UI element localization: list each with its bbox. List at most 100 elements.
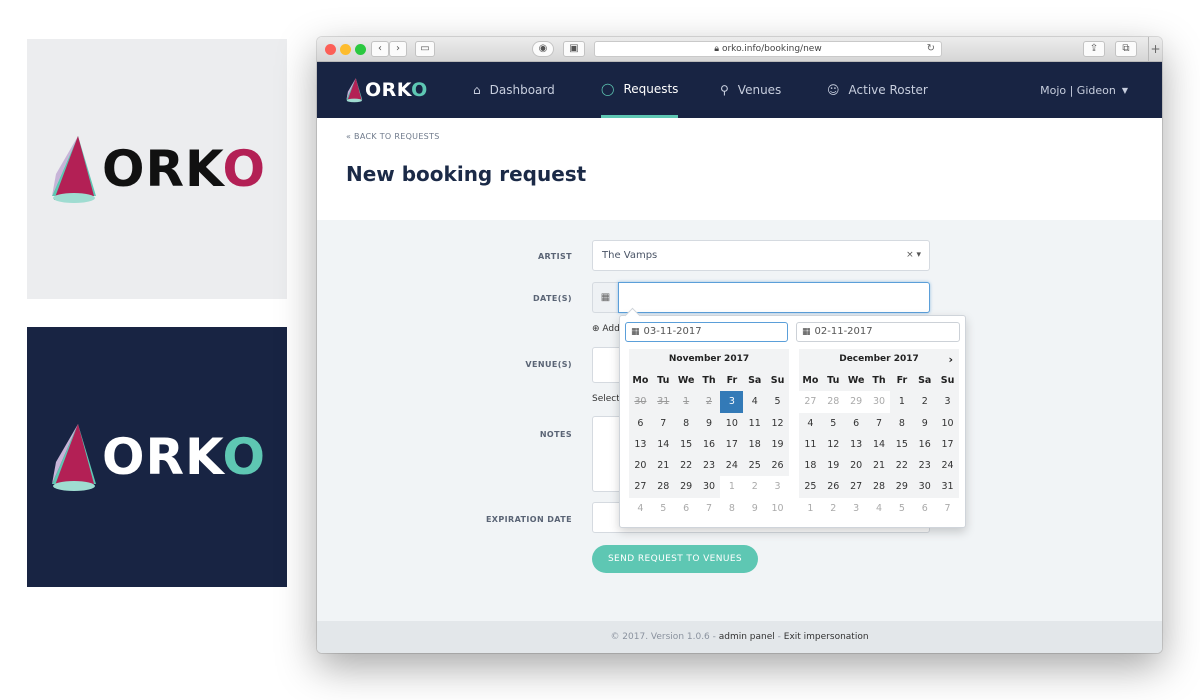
calendar-day[interactable]: 25 — [799, 476, 822, 498]
add-date-link[interactable]: ⊕ Add — [592, 324, 620, 334]
calendar-day[interactable]: 5 — [651, 497, 675, 520]
calendar-day[interactable]: 1 — [720, 476, 744, 498]
back-to-requests-link[interactable]: « BACK TO REQUESTS — [346, 132, 440, 141]
calendar-day[interactable]: 17 — [936, 433, 959, 456]
calendar-day[interactable]: 23 — [913, 455, 937, 477]
calendar-day[interactable]: 1 — [890, 391, 914, 413]
calendar-day[interactable]: 27 — [844, 476, 868, 498]
calendar-day[interactable]: 11 — [743, 412, 767, 434]
calendar-day[interactable]: 10 — [936, 412, 959, 434]
calendar-day[interactable]: 6 — [913, 497, 937, 520]
calendar-day[interactable]: 8 — [720, 497, 744, 520]
sidebar-toggle-button[interactable]: ▭ — [415, 41, 435, 57]
calendar-day[interactable]: 9 — [743, 497, 767, 520]
calendar-day[interactable]: 8 — [890, 412, 914, 434]
calendar-day[interactable]: 9 — [697, 412, 721, 434]
address-bar[interactable]: 🔒︎ orko.info/booking/new ↻ — [594, 41, 942, 57]
nav-logo[interactable]: ORKO — [345, 77, 428, 103]
calendar-day[interactable]: 12 — [766, 412, 789, 434]
calendar-day[interactable]: 14 — [651, 433, 675, 456]
calendar-day[interactable]: 21 — [651, 455, 675, 477]
calendar-day[interactable]: 25 — [743, 455, 767, 477]
calendar-day[interactable]: 23 — [697, 455, 721, 477]
calendar-day[interactable]: 14 — [867, 433, 891, 456]
calendar-day[interactable]: 16 — [913, 433, 937, 456]
calendar-day[interactable]: 4 — [799, 412, 822, 434]
calendar-day[interactable]: 26 — [766, 455, 789, 477]
calendar-day[interactable]: 8 — [674, 412, 698, 434]
calendar-day[interactable]: 16 — [697, 433, 721, 456]
calendar-day[interactable]: 11 — [799, 433, 822, 456]
calendar-icon[interactable]: ▦ — [592, 282, 618, 313]
calendar-day[interactable]: 20 — [629, 455, 652, 477]
dates-input[interactable] — [618, 282, 930, 313]
calendar-day[interactable]: 7 — [651, 412, 675, 434]
artist-clear-icon[interactable]: × ▾ — [906, 241, 921, 270]
maximize-window-button[interactable] — [355, 44, 366, 55]
close-window-button[interactable] — [325, 44, 336, 55]
reload-icon[interactable]: ↻ — [927, 42, 935, 56]
calendar-day[interactable]: 24 — [720, 455, 744, 477]
calendar-day[interactable]: 18 — [799, 455, 822, 477]
calendar-day[interactable]: 30 — [697, 476, 721, 498]
calendar-day[interactable]: 15 — [890, 433, 914, 456]
calendar-day[interactable]: 28 — [821, 391, 845, 413]
calendar-day[interactable]: 28 — [867, 476, 891, 498]
calendar-day[interactable]: 5 — [890, 497, 914, 520]
nav-dashboard[interactable]: ⌂ Dashboard — [473, 62, 555, 118]
calendar-day[interactable]: 10 — [766, 497, 789, 520]
nav-active-roster[interactable]: ☺ Active Roster — [827, 62, 928, 118]
calendar-day[interactable]: 7 — [697, 497, 721, 520]
calendar-day[interactable]: 4 — [867, 497, 891, 520]
calendar-day[interactable]: 3 — [936, 391, 959, 413]
calendar-day[interactable]: 2 — [913, 391, 937, 413]
next-month-icon[interactable]: › — [948, 349, 953, 370]
calendar-day[interactable]: 27 — [629, 476, 652, 498]
calendar-day[interactable]: 5 — [821, 412, 845, 434]
exit-impersonation-link[interactable]: Exit impersonation — [784, 632, 869, 642]
calendar-day[interactable]: 6 — [629, 412, 652, 434]
calendar-day[interactable]: 13 — [844, 433, 868, 456]
calendar-day[interactable]: 3 — [844, 497, 868, 520]
artist-select[interactable]: The Vamps × ▾ — [592, 240, 930, 271]
calendar-day[interactable]: 15 — [674, 433, 698, 456]
calendar-day[interactable]: 31 — [936, 476, 959, 498]
nav-venues[interactable]: ⚲ Venues — [720, 62, 781, 118]
admin-panel-link[interactable]: admin panel — [719, 632, 775, 642]
calendar-day[interactable]: 22 — [890, 455, 914, 477]
tabs-button[interactable]: ⧉ — [1115, 41, 1137, 57]
calendar-day[interactable]: 30 — [867, 391, 891, 413]
calendar-day[interactable]: 18 — [743, 433, 767, 456]
send-request-button[interactable]: SEND REQUEST TO VENUES — [592, 545, 758, 573]
calendar-day[interactable]: 6 — [674, 497, 698, 520]
calendar-day[interactable]: 3 — [766, 476, 789, 498]
extension-icon[interactable]: ◉ — [532, 41, 554, 57]
calendar-day[interactable]: 13 — [629, 433, 652, 456]
calendar-day[interactable]: 22 — [674, 455, 698, 477]
calendar-day[interactable]: 2 — [821, 497, 845, 520]
calendar-day[interactable]: 20 — [844, 455, 868, 477]
calendar-day[interactable]: 10 — [720, 412, 744, 434]
calendar-day[interactable]: 6 — [844, 412, 868, 434]
calendar-day[interactable]: 1 — [799, 497, 822, 520]
calendar-day[interactable]: 2 — [743, 476, 767, 498]
calendar-day[interactable]: 29 — [844, 391, 868, 413]
new-tab-button[interactable]: + — [1148, 37, 1162, 62]
calendar-day[interactable]: 29 — [890, 476, 914, 498]
calendar-day[interactable]: 30 — [913, 476, 937, 498]
calendar-day[interactable]: 3 — [720, 391, 744, 413]
calendar-day[interactable]: 27 — [799, 391, 822, 413]
calendar-day[interactable]: 4 — [743, 391, 767, 413]
calendar-day[interactable]: 5 — [766, 391, 789, 413]
calendar-day[interactable]: 19 — [821, 455, 845, 477]
calendar-day[interactable]: 21 — [867, 455, 891, 477]
calendar-day[interactable]: 28 — [651, 476, 675, 498]
range-start-input[interactable]: ▦ 03-11-2017 — [625, 322, 788, 342]
calendar-day[interactable]: 9 — [913, 412, 937, 434]
calendar-day[interactable]: 7 — [936, 497, 959, 520]
calendar-day[interactable]: 29 — [674, 476, 698, 498]
back-button[interactable]: ‹ — [371, 41, 389, 57]
range-end-input[interactable]: ▦ 02-11-2017 — [796, 322, 960, 342]
nav-requests[interactable]: ◯ Requests — [601, 62, 679, 118]
calendar-day[interactable]: 17 — [720, 433, 744, 456]
